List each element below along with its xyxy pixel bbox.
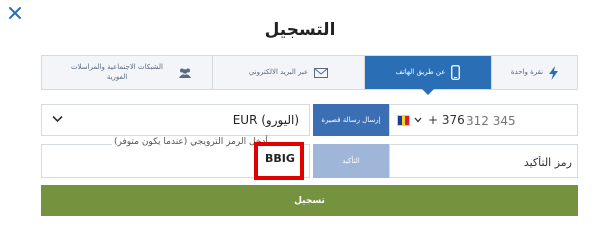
tab-label: الشبكات الاجتماعية والمراسلات الفورية	[70, 63, 163, 81]
tab-label: عبر البريد الالكتروني	[248, 67, 309, 76]
chevron-down-icon	[52, 115, 63, 123]
lightning-icon	[549, 65, 559, 80]
phone-input[interactable]	[466, 111, 571, 131]
tab-email[interactable]: عبر البريد الالكتروني	[212, 56, 364, 89]
tab-label: نقرة واحدة	[510, 67, 544, 76]
phone-field: + 376	[389, 104, 578, 136]
highlight-frame	[254, 142, 304, 180]
chevron-down-icon[interactable]	[414, 117, 422, 123]
registration-tabs: الشبكات الاجتماعية والمراسلات الفورية عب…	[41, 55, 578, 95]
currency-value: EUR (اليورو)	[232, 113, 299, 127]
confirmation-code-field	[389, 144, 578, 178]
modal-title: التسجيل	[264, 20, 336, 40]
users-icon	[179, 68, 191, 78]
phone-icon	[451, 65, 461, 80]
confirm-button[interactable]: التأكيد	[313, 144, 389, 178]
tab-label: عن طريق الهاتف	[395, 67, 446, 76]
currency-select[interactable]: EUR (اليورو)	[41, 104, 310, 136]
confirmation-code-input[interactable]	[396, 152, 572, 172]
send-sms-button[interactable]: إرسال رسالة قصيرة	[313, 104, 389, 136]
tab-phone[interactable]: عن طريق الهاتف	[364, 56, 491, 95]
phone-prefix: + 376	[428, 113, 465, 127]
close-icon[interactable]	[8, 6, 22, 20]
register-button[interactable]: تسجيل	[41, 185, 578, 216]
tab-social-networks[interactable]: الشبكات الاجتماعية والمراسلات الفورية	[42, 56, 212, 89]
tab-one-click[interactable]: نقرة واحدة	[491, 56, 577, 89]
envelope-icon	[314, 67, 329, 78]
andorra-flag-icon[interactable]	[397, 115, 410, 126]
promo-code-hint: أدخل الرمز الترويجي (عندما يكون متوفر)	[112, 137, 270, 147]
